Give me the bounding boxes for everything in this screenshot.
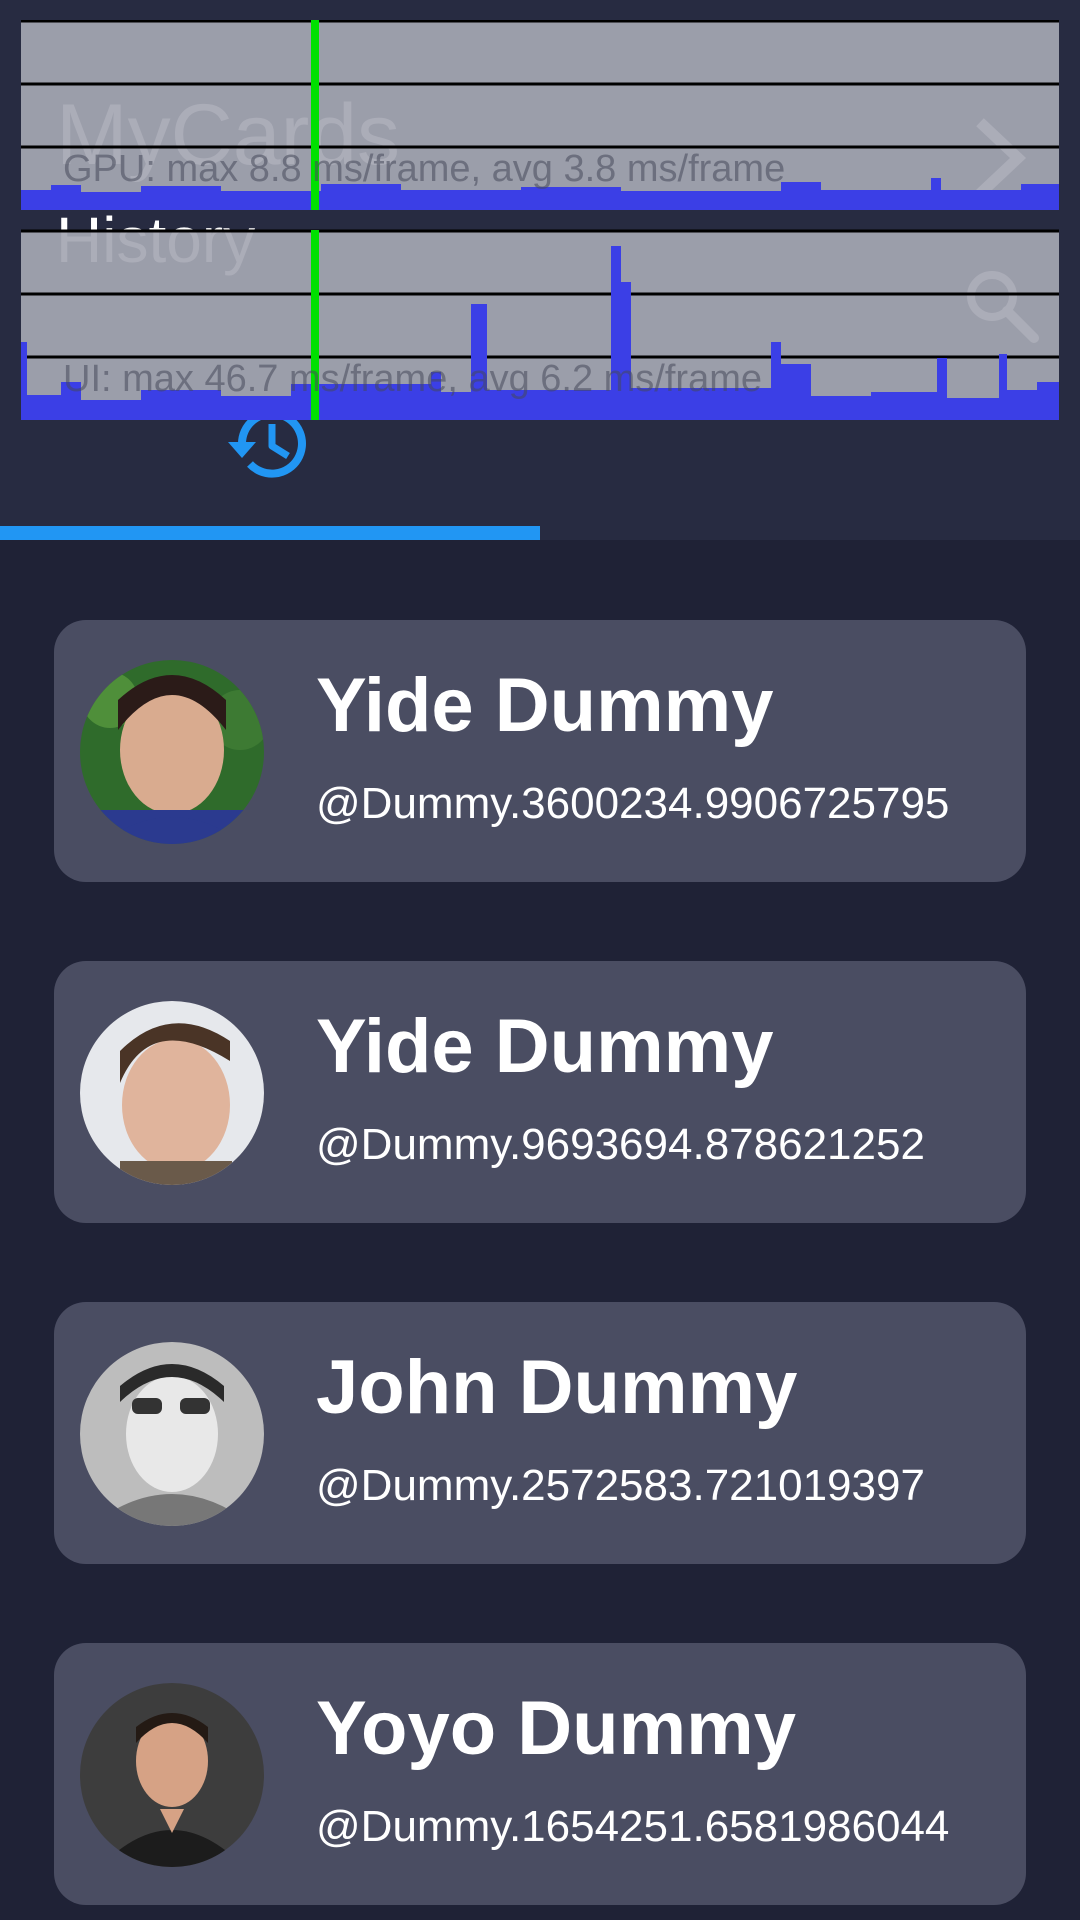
history-icon	[228, 409, 306, 478]
avatar	[80, 660, 264, 844]
list-item[interactable]: John Dummy @Dummy.2572583.721019397	[54, 1302, 1026, 1564]
ui-stats-label: UI: max 46.7 ms/frame, avg 6.2 ms/frame	[63, 358, 762, 400]
tab-indicator	[0, 526, 540, 540]
next-button[interactable]	[966, 118, 1038, 198]
card-name: Yoyo Dummy	[316, 1686, 797, 1771]
card-handle: @Dummy.1654251.6581986044	[316, 1802, 950, 1851]
avatar	[80, 1001, 264, 1185]
list-item[interactable]: Yide Dummy @Dummy.3600234.9906725795	[54, 620, 1026, 882]
list-item[interactable]: Yide Dummy @Dummy.9693694.878621252	[54, 961, 1026, 1223]
search-icon	[967, 271, 1039, 343]
search-button[interactable]	[962, 266, 1042, 346]
section-title: History	[56, 204, 256, 276]
card-name: John Dummy	[316, 1345, 798, 1430]
avatar-image	[80, 1342, 264, 1526]
avatar-image	[80, 660, 264, 844]
app-title: MyCards	[56, 87, 401, 183]
card-name: Yide Dummy	[316, 1004, 774, 1089]
app-root: MyCards History GPU: max 8.8 ms/frame, a…	[0, 0, 1080, 1920]
app-header: MyCards History GPU: max 8.8 ms/frame, a…	[0, 0, 1080, 540]
card-handle: @Dummy.9693694.878621252	[316, 1120, 925, 1169]
list-item[interactable]: Yoyo Dummy @Dummy.1654251.6581986044	[54, 1643, 1026, 1905]
card-name: Yide Dummy	[316, 663, 774, 748]
card-handle: @Dummy.2572583.721019397	[316, 1461, 925, 1510]
avatar	[80, 1683, 264, 1867]
card-handle: @Dummy.3600234.9906725795	[316, 779, 950, 828]
chevron-right-icon	[976, 118, 1027, 198]
avatar-image	[80, 1001, 264, 1185]
avatar	[80, 1342, 264, 1526]
avatar-image	[80, 1683, 264, 1867]
tab-history[interactable]	[0, 400, 540, 530]
tab-favorites[interactable]	[540, 400, 1080, 530]
